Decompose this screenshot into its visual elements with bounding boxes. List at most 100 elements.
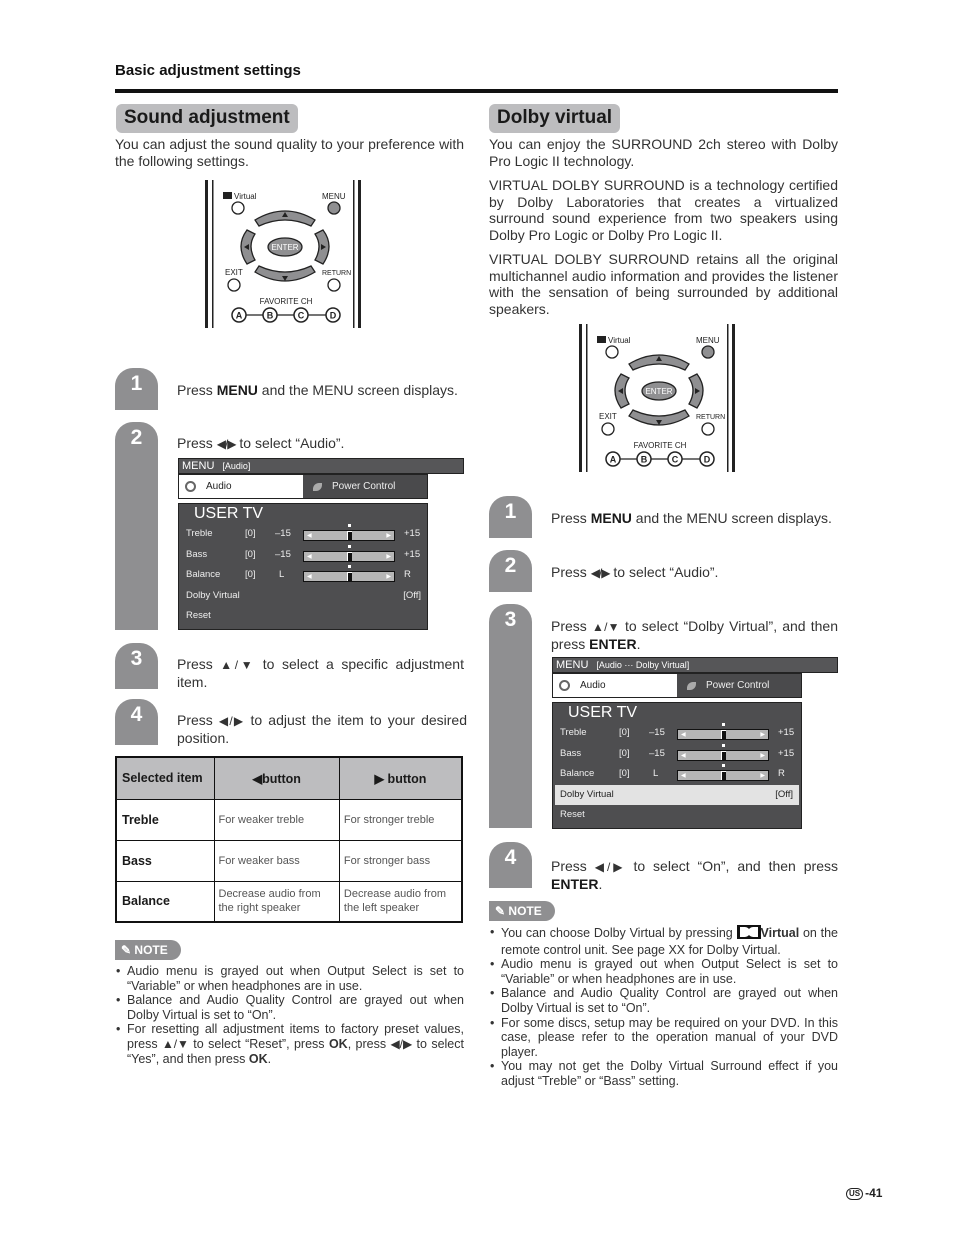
svg-text:C: C bbox=[298, 311, 305, 321]
dolby-virtual-title: Dolby virtual bbox=[489, 104, 621, 133]
treble-slider[interactable]: ◀ ▶ bbox=[303, 524, 395, 541]
step-1-tab: 1 bbox=[115, 368, 158, 410]
note-badge-left: ✎ NOTE bbox=[115, 940, 181, 960]
menu-button[interactable]: MENU bbox=[322, 192, 346, 215]
svg-text:RETURN: RETURN bbox=[696, 414, 725, 421]
balance-slider[interactable]: ◀ ▶ bbox=[303, 565, 395, 582]
enter-button[interactable]: ENTER bbox=[641, 381, 677, 401]
osd-row-reset[interactable]: Reset bbox=[179, 606, 427, 627]
osd-panel: USER TV Treble [0] –15 ◀ ▶ +15 Bass [0] –15 ◀ ▶ +1… bbox=[178, 503, 428, 630]
page-number: US -41 bbox=[846, 1186, 882, 1200]
header-rule bbox=[115, 89, 838, 93]
osd-menu-audio: MENU [Audio] Audio Power Control USER TV … bbox=[178, 458, 464, 630]
fav-d-button[interactable]: D bbox=[325, 307, 341, 323]
osd-tab-power-control[interactable]: Power Control bbox=[303, 475, 427, 498]
dolby-virtual-button[interactable]: Virtual bbox=[597, 336, 631, 359]
osd-panel-title: USER TV bbox=[568, 704, 638, 721]
treble-slider[interactable]: ◀ ▶ bbox=[677, 723, 769, 740]
sound-adjustment-intro: You can adjust the sound quality to your… bbox=[115, 136, 464, 169]
bass-slider[interactable]: ◀ ▶ bbox=[303, 544, 395, 562]
osd-panel-title: USER TV bbox=[194, 505, 264, 522]
svg-text:D: D bbox=[704, 455, 711, 465]
dolby-virtual-description: You can enjoy the SURROUND 2ch stereo wi… bbox=[489, 136, 838, 325]
step-2-text: Press ◀/▶ to select “Audio”. bbox=[177, 435, 345, 451]
exit-button[interactable]: EXIT bbox=[225, 268, 243, 292]
adjustment-table: Selected item ◀button ▶ button Treble Fo… bbox=[115, 756, 463, 923]
bass-slider[interactable]: ◀ ▶ bbox=[677, 743, 769, 761]
svg-text:MENU: MENU bbox=[696, 336, 720, 345]
leaf-icon bbox=[313, 482, 322, 491]
fav-d-button[interactable]: D bbox=[699, 451, 715, 467]
fav-b-button[interactable]: B bbox=[636, 451, 652, 467]
dolby-virtual-button[interactable]: Virtual bbox=[223, 192, 257, 215]
osd-panel: USER TV Treble [0] –15 ◀ ▶ +15 Bass [0] –15 ◀ ▶ +1… bbox=[552, 702, 802, 829]
fav-a-button[interactable]: A bbox=[231, 307, 247, 323]
svg-text:C: C bbox=[672, 455, 679, 465]
paragraph: VIRTUAL DOLBY SURROUND is a technology c… bbox=[489, 177, 838, 243]
osd-row-dolby-virtual-selected[interactable]: Dolby Virtual [Off] bbox=[555, 784, 799, 805]
osd-row-dolby-virtual[interactable]: Dolby Virtual [Off] bbox=[179, 586, 427, 607]
virtual-label: Virtual bbox=[234, 192, 257, 201]
speaker-icon bbox=[185, 481, 196, 492]
osd-tabs: Audio Power Control bbox=[178, 474, 428, 499]
enter-label: ENTER bbox=[271, 243, 298, 252]
section-header: Basic adjustment settings bbox=[115, 62, 301, 79]
note-item: Balance and Audio Quality Control are gr… bbox=[115, 993, 464, 1022]
paragraph: VIRTUAL DOLBY SURROUND retains all the o… bbox=[489, 251, 838, 317]
dolby-step-3-tab: 3 bbox=[489, 604, 532, 828]
dolby-step-2-tab: 2 bbox=[489, 550, 532, 592]
svg-text:ENTER: ENTER bbox=[645, 387, 672, 396]
balance-slider[interactable]: ◀ ▶ bbox=[677, 764, 769, 781]
osd-tab-audio[interactable]: Audio bbox=[553, 674, 677, 697]
note-item: For resetting all adjustment items to fa… bbox=[115, 1022, 464, 1066]
osd-menu-bar: MENU [Audio ··· Dolby Virtual] bbox=[552, 657, 838, 673]
osd-tab-audio[interactable]: Audio bbox=[179, 475, 303, 498]
fav-c-button[interactable]: C bbox=[667, 451, 683, 467]
dolby-step-1-text: Press MENU and the MENU screen displays. bbox=[551, 510, 832, 526]
dolby-step-3-text: Press ▲/▼ to select “Dolby Virtual”, and… bbox=[551, 618, 838, 652]
osd-row-reset[interactable]: Reset bbox=[553, 805, 801, 826]
sound-adjustment-title: Sound adjustment bbox=[116, 104, 298, 133]
step-4-text: Press ◀/▶ to adjust the item to your des… bbox=[177, 712, 467, 746]
note-item: You can choose Dolby Virtual by pressing… bbox=[489, 925, 838, 957]
exit-label: EXIT bbox=[225, 268, 243, 277]
svg-text:EXIT: EXIT bbox=[599, 412, 617, 421]
osd-row-balance[interactable]: Balance [0] L ◀ ▶ R bbox=[179, 565, 427, 586]
dolby-step-2-text: Press ◀/▶ to select “Audio”. bbox=[551, 564, 719, 580]
paperclip-icon: ✎ bbox=[495, 904, 506, 918]
enter-button[interactable]: ENTER bbox=[267, 237, 303, 257]
fav-c-button[interactable]: C bbox=[293, 307, 309, 323]
svg-text:B: B bbox=[641, 455, 648, 465]
osd-menu-bar: MENU [Audio] bbox=[178, 458, 464, 474]
remote-control-illustration: Virtual MENU ENTER EXIT RETURN FAVORITE … bbox=[577, 324, 737, 472]
return-button[interactable]: RETURN bbox=[322, 270, 351, 292]
osd-row-bass[interactable]: Bass [0] –15 ◀ ▶ +15 bbox=[179, 544, 427, 566]
note-badge-right: ✎ NOTE bbox=[489, 901, 555, 921]
osd-row-balance[interactable]: Balance [0] L ◀ ▶ R bbox=[553, 764, 801, 785]
note-item: You may not get the Dolby Virtual Surrou… bbox=[489, 1059, 838, 1088]
note-item: For some discs, setup may be required on… bbox=[489, 1016, 838, 1060]
step-1-text: Press MENU and the MENU screen displays. bbox=[177, 382, 458, 398]
note-list-left: Audio menu is grayed out when Output Sel… bbox=[115, 964, 464, 1066]
exit-button[interactable]: EXIT bbox=[599, 412, 617, 436]
return-button[interactable]: RETURN bbox=[696, 414, 725, 436]
osd-tabs: Audio Power Control bbox=[552, 673, 802, 698]
header-selected-item: Selected item bbox=[115, 756, 215, 800]
osd-row-treble[interactable]: Treble [0] –15 ◀ ▶ +15 bbox=[553, 723, 801, 744]
note-item: Audio menu is grayed out when Output Sel… bbox=[489, 957, 838, 986]
table-row: Bass For weaker bass For stronger bass bbox=[115, 839, 463, 882]
menu-button[interactable]: MENU bbox=[696, 336, 720, 359]
header-left-button: ◀button bbox=[213, 756, 340, 800]
table-row: Treble For weaker treble For stronger tr… bbox=[115, 798, 463, 841]
favorite-ch-label: FAVORITE CH bbox=[260, 297, 313, 306]
leaf-icon bbox=[687, 681, 696, 690]
svg-text:A: A bbox=[610, 455, 617, 465]
osd-row-bass[interactable]: Bass [0] –15 ◀ ▶ +15 bbox=[553, 743, 801, 765]
osd-row-treble[interactable]: Treble [0] –15 ◀ ▶ +15 bbox=[179, 524, 427, 545]
note-list-right: You can choose Dolby Virtual by pressing… bbox=[489, 925, 838, 1089]
speaker-icon bbox=[559, 680, 570, 691]
osd-tab-power-control[interactable]: Power Control bbox=[677, 674, 801, 697]
fav-b-button[interactable]: B bbox=[262, 307, 278, 323]
fav-a-button[interactable]: A bbox=[605, 451, 621, 467]
svg-text:B: B bbox=[267, 311, 274, 321]
